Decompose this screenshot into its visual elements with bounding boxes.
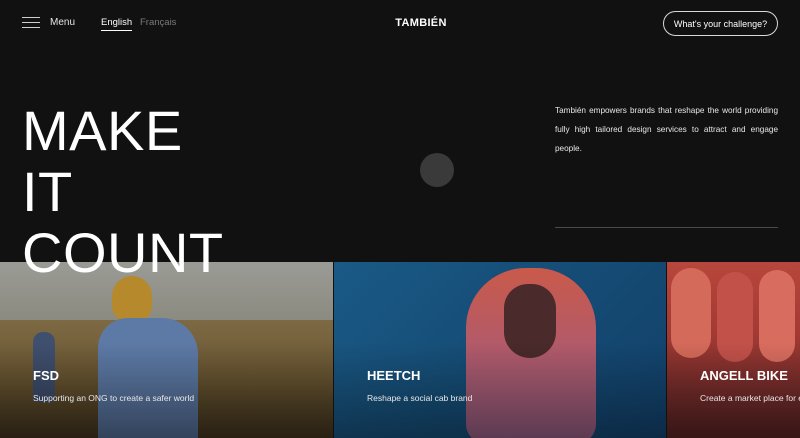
project-title: FSD — [33, 368, 59, 383]
project-card-heetch[interactable]: HEETCH Reshape a social cab brand — [334, 262, 666, 438]
site-header: Menu English Français TAMBIÉN What's you… — [0, 0, 800, 48]
project-subtitle: Create a market place for electric bikes — [700, 393, 800, 403]
project-subtitle: Supporting an ONG to create a safer worl… — [33, 393, 195, 403]
project-title: ANGELL BIKE — [700, 368, 788, 383]
project-title: HEETCH — [367, 368, 421, 383]
project-subtitle: Reshape a social cab brand — [367, 393, 473, 403]
project-card-fsd[interactable]: FSD Supporting an ONG to create a safer … — [0, 262, 333, 438]
divider — [555, 227, 778, 228]
hero-title-line-1: MAKE — [22, 99, 183, 162]
hero-title: MAKE IT COUNT — [22, 100, 224, 283]
fsd-photo-shade — [0, 342, 333, 438]
project-card-angell-bike[interactable]: ANGELL BIKE Create a market place for el… — [667, 262, 800, 438]
hero-title-line-3: COUNT — [22, 221, 224, 284]
projects-strip: FSD Supporting an ONG to create a safer … — [0, 262, 800, 438]
challenge-button[interactable]: What's your challenge? — [663, 11, 778, 36]
heetch-photo-shade — [334, 342, 666, 438]
hero-tagline: También empowers brands that reshape the… — [555, 106, 778, 153]
hero-title-line-2: IT — [22, 160, 73, 223]
angell-photo-shade — [667, 342, 800, 438]
scroll-cursor-dot[interactable] — [420, 153, 454, 187]
